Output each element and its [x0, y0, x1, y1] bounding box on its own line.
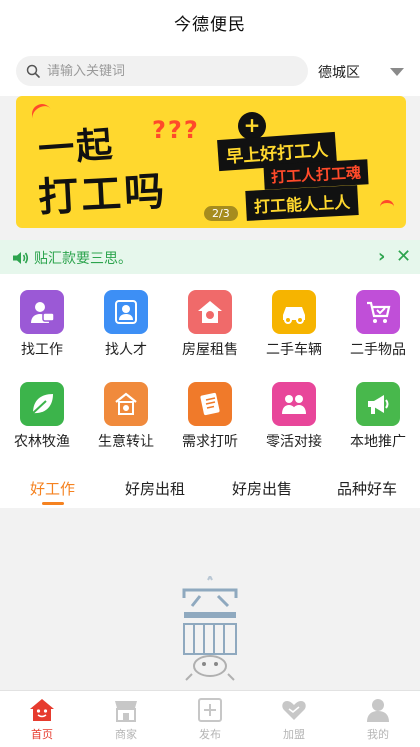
- app-header: 今德便民: [0, 0, 420, 44]
- home-icon: [29, 697, 55, 723]
- nav-label: 发布: [199, 728, 221, 741]
- inquiry-icon: [188, 382, 232, 426]
- nav-label: 商家: [115, 728, 137, 741]
- plus-icon: +: [238, 112, 266, 140]
- category-inquiry[interactable]: 需求打听: [168, 366, 252, 452]
- leaf-icon: [20, 382, 64, 426]
- category-label: 二手物品: [350, 342, 406, 358]
- job-icon: [20, 290, 64, 334]
- category-agriculture[interactable]: 农林牧渔: [0, 366, 84, 452]
- empty-state-illustration: [170, 573, 250, 682]
- category-label: 生意转让: [98, 434, 154, 450]
- nav-label: 首页: [31, 728, 53, 741]
- nav-publish[interactable]: 发布: [168, 697, 252, 742]
- category-label: 找人才: [105, 342, 147, 358]
- category-transfer[interactable]: 生意转让: [84, 366, 168, 452]
- cart-icon: [356, 290, 400, 334]
- category-label: 找工作: [21, 342, 63, 358]
- shop-icon: [113, 697, 139, 723]
- bottom-nav: 首页 商家 发布 加盟 我的: [0, 690, 420, 747]
- nav-home[interactable]: 首页: [0, 697, 84, 742]
- category-label: 房屋租售: [182, 342, 238, 358]
- transfer-icon: [104, 382, 148, 426]
- banner-decoration: [380, 200, 394, 214]
- nav-label: 加盟: [283, 728, 305, 741]
- tab-good-jobs[interactable]: 好工作: [30, 478, 75, 499]
- category-label: 需求打听: [182, 434, 238, 450]
- category-label: 农林牧渔: [14, 434, 70, 450]
- chevron-right-icon[interactable]: ›: [378, 246, 385, 267]
- handshake-icon: [281, 697, 307, 723]
- nav-label: 我的: [367, 728, 389, 741]
- search-icon: [26, 64, 40, 78]
- category-label: 本地推广: [350, 434, 406, 450]
- category-secondhand[interactable]: 二手物品: [336, 274, 420, 360]
- banner-headline-2: 打工吗: [37, 168, 169, 222]
- nav-join[interactable]: 加盟: [252, 697, 336, 742]
- category-label: 零活对接: [266, 434, 322, 450]
- listing-tabs: 好工作 好房出租 好房出售 品种好车: [0, 468, 420, 508]
- category-talent[interactable]: 找人才: [84, 274, 168, 360]
- car-icon: [272, 290, 316, 334]
- nav-mine[interactable]: 我的: [336, 697, 420, 742]
- category-job[interactable]: 找工作: [0, 274, 84, 360]
- banner-question-marks: ???: [152, 116, 200, 144]
- tab-house-sale[interactable]: 好房出售: [232, 478, 292, 499]
- search-row: 德城区: [0, 44, 420, 96]
- active-tab-indicator: [42, 502, 64, 505]
- page-title: 今德便民: [174, 14, 246, 35]
- tab-good-cars[interactable]: 品种好车: [337, 478, 397, 499]
- category-label: 二手车辆: [266, 342, 322, 358]
- notice-text: 贴汇款要三思。: [34, 251, 132, 267]
- search-box[interactable]: [16, 56, 308, 86]
- people-icon: [272, 382, 316, 426]
- category-car[interactable]: 二手车辆: [252, 274, 336, 360]
- search-input[interactable]: [47, 63, 277, 79]
- publish-icon: [197, 697, 223, 723]
- category-grid: 找工作 找人才 房屋租售 二手车辆 二手物品 农林牧渔 生意转让 需求打听 零活…: [0, 274, 420, 468]
- close-icon[interactable]: ✕: [396, 246, 411, 267]
- nav-shop[interactable]: 商家: [84, 697, 168, 742]
- user-icon: [365, 697, 391, 723]
- category-house[interactable]: 房屋租售: [168, 274, 252, 360]
- megaphone-icon: [356, 382, 400, 426]
- promo-banner[interactable]: 一起 ??? 打工吗 + 早上好打工人 打工人打工魂 打工能人上人 2/3: [16, 96, 406, 228]
- category-promotion[interactable]: 本地推广: [336, 366, 420, 452]
- chevron-down-icon[interactable]: [390, 68, 404, 76]
- tab-house-rent[interactable]: 好房出租: [125, 478, 185, 499]
- talent-icon: [104, 290, 148, 334]
- speaker-icon: [12, 250, 30, 264]
- notice-bar[interactable]: 贴汇款要三思。 › ✕: [0, 240, 420, 274]
- banner-pager: 2/3: [204, 206, 238, 221]
- category-gigs[interactable]: 零活对接: [252, 366, 336, 452]
- banner-slogan-3: 打工能人上人: [245, 185, 359, 221]
- region-selector[interactable]: 德城区: [318, 62, 360, 82]
- house-icon: [188, 290, 232, 334]
